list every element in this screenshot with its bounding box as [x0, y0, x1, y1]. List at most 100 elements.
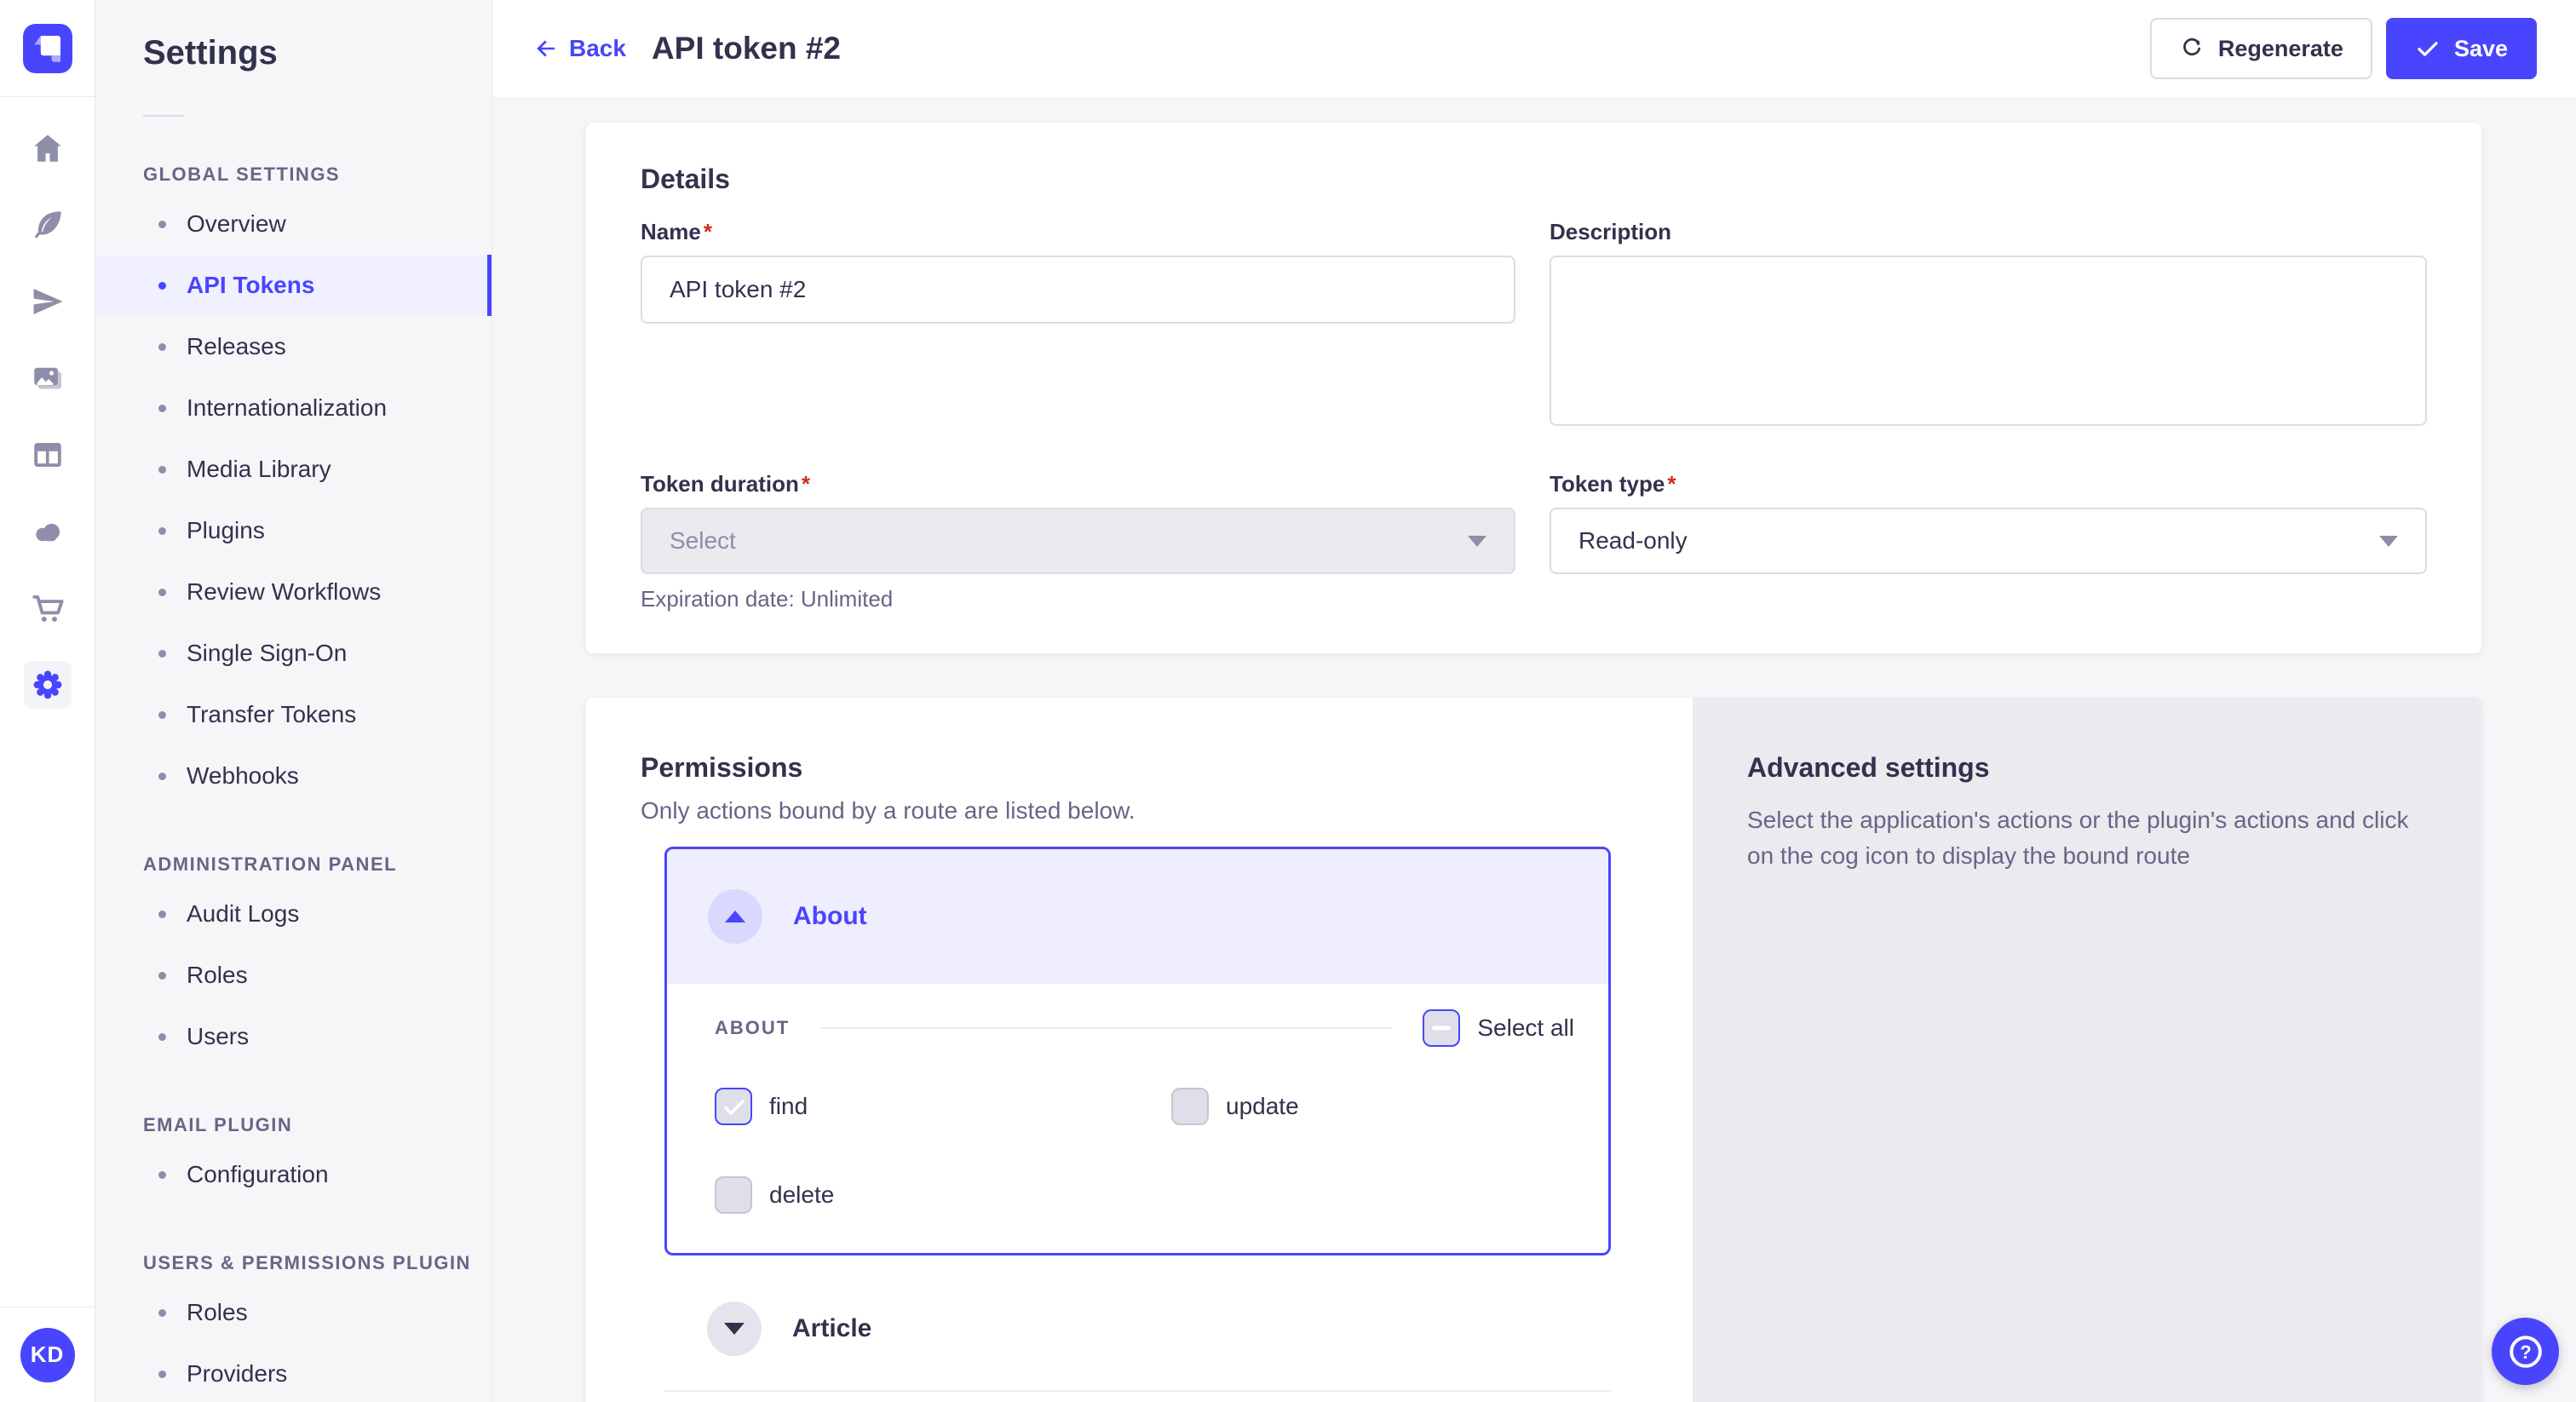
sidebar-item-media-library[interactable]: Media Library [95, 439, 492, 500]
home-nav-button[interactable] [24, 124, 72, 172]
sidebar-item-admin-users[interactable]: Users [95, 1006, 492, 1067]
accordion-label: About [793, 902, 867, 931]
advanced-settings-panel: Advanced settings Select the application… [1693, 698, 2481, 1402]
about-section-label: ABOUT [715, 1017, 790, 1039]
page-header: Back API token #2 Regenerate Save [492, 0, 2576, 97]
permissions-pane: Permissions Only actions bound by a rout… [586, 698, 1693, 1402]
advanced-settings-description: Select the application's actions or the … [1747, 802, 2420, 874]
strapi-logo-icon [23, 24, 72, 73]
permissions-heading: Permissions [641, 752, 1638, 784]
save-button[interactable]: Save [2386, 18, 2537, 79]
select-all-label: Select all [1477, 1014, 1574, 1042]
nav-section-administration-panel: ADMINISTRATION PANEL [95, 846, 492, 883]
arrow-left-icon [533, 36, 559, 61]
sidebar-item-single-sign-on[interactable]: Single Sign-On [95, 623, 492, 684]
token-duration-field-wrapper: Token duration* Select Expiration date: … [641, 471, 1515, 612]
bullet-icon [158, 282, 166, 290]
regenerate-button[interactable]: Regenerate [2150, 18, 2372, 79]
rail-footer: KD [0, 1307, 95, 1402]
required-asterisk: * [704, 219, 712, 244]
find-checkbox[interactable] [715, 1088, 752, 1125]
sidebar-item-review-workflows[interactable]: Review Workflows [95, 561, 492, 623]
sidebar-item-overview[interactable]: Overview [95, 193, 492, 255]
marketplace-nav-button[interactable] [24, 584, 72, 632]
action-delete: delete [715, 1176, 1171, 1214]
divider [820, 1027, 1392, 1029]
select-all-checkbox[interactable] [1423, 1009, 1460, 1047]
strapi-logo[interactable] [23, 24, 72, 73]
question-mark-icon: ? [2505, 1331, 2546, 1372]
about-accordion-body: ABOUT Select all find [667, 984, 1608, 1253]
layout-icon [30, 437, 66, 473]
nav-section-email-plugin: EMAIL PLUGIN [95, 1106, 492, 1144]
about-accordion-header[interactable]: About [667, 849, 1608, 984]
details-form-row2: Token duration* Select Expiration date: … [641, 471, 2427, 612]
bullet-icon [158, 1309, 166, 1317]
rail-icon-list [0, 97, 95, 709]
token-type-label: Token type* [1550, 471, 2427, 497]
bullet-icon [158, 589, 166, 596]
name-label: Name* [641, 219, 1515, 245]
sidebar-item-webhooks[interactable]: Webhooks [95, 745, 492, 807]
cart-icon [30, 590, 66, 626]
deploy-nav-button[interactable] [24, 508, 72, 555]
bullet-icon [158, 405, 166, 412]
sidebar-title: Settings [95, 34, 492, 72]
details-card: Details Name* Description Token duration… [586, 123, 2481, 653]
chevron-down-icon [2379, 536, 2398, 547]
sidebar-item-email-configuration[interactable]: Configuration [95, 1144, 492, 1205]
settings-nav-button[interactable] [24, 661, 72, 709]
bullet-icon [158, 466, 166, 474]
content-manager-nav-button[interactable] [24, 201, 72, 249]
sidebar-item-api-tokens[interactable]: API Tokens [95, 255, 492, 316]
help-button[interactable]: ? [2492, 1318, 2559, 1385]
bullet-icon [158, 221, 166, 228]
main-area: Back API token #2 Regenerate Save Detail… [492, 0, 2576, 1402]
bullet-icon [158, 711, 166, 719]
description-textarea[interactable] [1550, 256, 2427, 426]
media-library-icon [30, 360, 66, 396]
page-content: Details Name* Description Token duration… [492, 97, 2576, 1402]
sidebar-item-admin-roles[interactable]: Roles [95, 945, 492, 1006]
description-label: Description [1550, 219, 2427, 245]
back-link[interactable]: Back [533, 35, 626, 62]
content-type-builder-nav-button[interactable] [24, 431, 72, 479]
expand-button[interactable] [707, 1301, 762, 1356]
media-library-nav-button[interactable] [24, 354, 72, 402]
svg-text:?: ? [2520, 1342, 2531, 1363]
sidebar-item-releases[interactable]: Releases [95, 316, 492, 377]
bullet-icon [158, 773, 166, 780]
icon-rail: KD [0, 0, 95, 1402]
name-input[interactable] [641, 256, 1515, 324]
permissions-card: Permissions Only actions bound by a rout… [586, 698, 2481, 1402]
sidebar-item-internationalization[interactable]: Internationalization [95, 377, 492, 439]
required-asterisk: * [1667, 471, 1676, 497]
sidebar-item-audit-logs[interactable]: Audit Logs [95, 883, 492, 945]
update-checkbox[interactable] [1171, 1088, 1209, 1125]
collapse-button[interactable] [708, 889, 762, 944]
token-type-select[interactable]: Read-only [1550, 508, 2427, 574]
user-avatar[interactable]: KD [20, 1328, 75, 1382]
article-accordion-header[interactable]: Article [641, 1273, 1638, 1385]
sidebar-item-transfer-tokens[interactable]: Transfer Tokens [95, 684, 492, 745]
advanced-settings-heading: Advanced settings [1747, 752, 2427, 784]
sidebar-item-up-providers[interactable]: Providers [95, 1343, 492, 1402]
chevron-down-icon [724, 1323, 745, 1335]
token-duration-label: Token duration* [641, 471, 1515, 497]
about-accordion: About ABOUT Select all [664, 847, 1611, 1255]
token-duration-select[interactable]: Select [641, 508, 1515, 574]
sidebar-item-plugins[interactable]: Plugins [95, 500, 492, 561]
delete-checkbox[interactable] [715, 1176, 752, 1214]
sidebar-item-up-roles[interactable]: Roles [95, 1282, 492, 1343]
actions-grid: find update delete [715, 1088, 1574, 1214]
bullet-icon [158, 527, 166, 535]
description-field-wrapper: Description [1550, 219, 2427, 430]
action-update: update [1171, 1088, 1574, 1125]
permissions-subtitle: Only actions bound by a route are listed… [641, 797, 1638, 825]
refresh-icon [2179, 36, 2205, 61]
release-nav-button[interactable] [24, 278, 72, 325]
bullet-icon [158, 972, 166, 980]
divider [664, 1390, 1611, 1392]
check-icon [720, 1094, 749, 1121]
details-heading: Details [641, 164, 2427, 195]
